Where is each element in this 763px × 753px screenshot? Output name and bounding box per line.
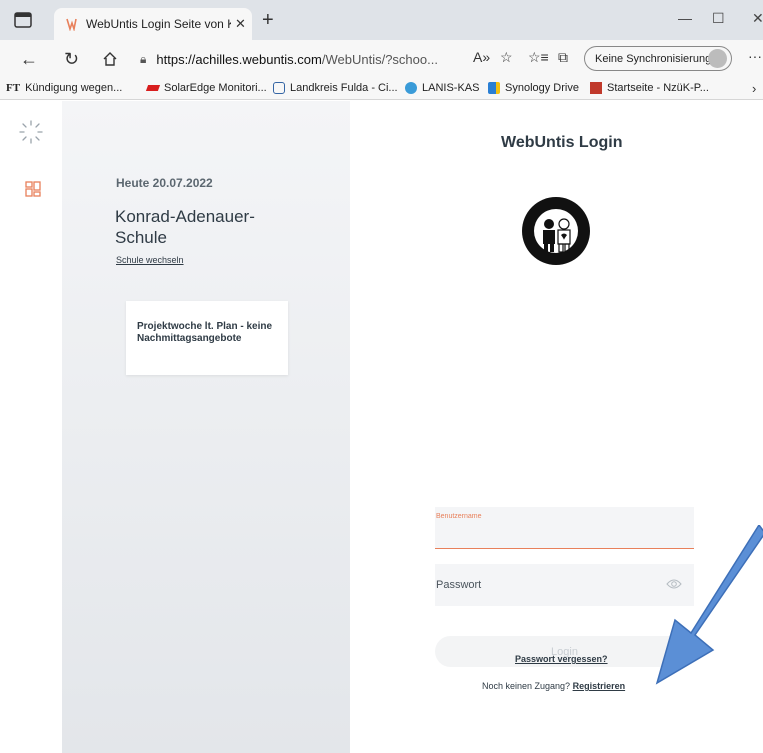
bookmark-solaredge[interactable]: SolarEdge Monitori... (145, 82, 267, 94)
browser-tab-bar: WebUntis Login Seite von Konra ✕ + — ☐ ✕ (0, 0, 763, 40)
bookmark-landkreis[interactable]: Landkreis Fulda - Ci... (273, 82, 398, 94)
sync-button[interactable]: Keine Synchronisierung (584, 46, 732, 71)
url-path: /WebUntis/?schoo... (321, 51, 438, 67)
home-icon[interactable] (102, 51, 118, 67)
register-prompt: Noch keinen Zugang? Registrieren (482, 681, 625, 691)
more-menu-icon[interactable]: ··· (748, 48, 762, 64)
bookmark-label: Kündigung wegen... (25, 82, 123, 94)
profile-avatar-icon (708, 49, 727, 68)
today-date: Heute 20.07.2022 (116, 176, 213, 190)
school-info-panel: Heute 20.07.2022 Konrad-Adenauer- Schule… (62, 101, 350, 753)
loading-spinner-icon (19, 120, 43, 144)
refresh-icon[interactable]: ↻ (64, 49, 79, 69)
bookmark-lanis[interactable]: LANIS-KAS (405, 82, 479, 94)
favorite-add-icon[interactable]: ☆ (500, 49, 513, 66)
sync-label: Keine Synchronisierung (595, 52, 712, 65)
bookmark-label: Startseite - NzüK-P... (607, 82, 709, 94)
news-text: Projektwoche lt. Plan - keine Nachmittag… (137, 321, 273, 344)
no-access-text: Noch keinen Zugang? (482, 681, 571, 691)
synology-icon (488, 82, 500, 94)
change-school-link[interactable]: Schule wechseln (116, 255, 184, 265)
close-window-icon[interactable]: ✕ (752, 10, 763, 27)
nzuek-icon (590, 82, 602, 94)
forgot-password-link[interactable]: Passwort vergessen? (515, 654, 608, 664)
dashboard-icon[interactable] (25, 181, 41, 197)
address-toolbar: ← ↻ 🔒︎ https://achilles.webuntis.com /We… (0, 40, 763, 78)
minimize-icon[interactable]: — (678, 10, 692, 26)
bookmark-label: LANIS-KAS (422, 82, 480, 94)
page-title: WebUntis Login (501, 134, 623, 151)
register-link[interactable]: Registrieren (573, 681, 626, 691)
webuntis-favicon-icon (66, 18, 77, 31)
tab-actions-icon[interactable] (14, 12, 32, 28)
annotation-arrow-icon (655, 525, 763, 685)
bookmarks-bar: FT Kündigung wegen... SolarEdge Monitori… (0, 78, 763, 100)
favorites-icon[interactable]: ☆≡ (528, 49, 549, 66)
solaredge-icon (145, 85, 161, 91)
school-name-line1: Konrad-Adenauer- (115, 207, 255, 226)
bookmark-label: Landkreis Fulda - Ci... (290, 82, 398, 94)
bookmark-kuendigung[interactable]: FT Kündigung wegen... (6, 82, 122, 94)
maximize-icon[interactable]: ☐ (712, 10, 725, 27)
tab-title: WebUntis Login Seite von Konra (86, 17, 231, 31)
lanis-icon (405, 82, 417, 94)
bookmark-label: SolarEdge Monitori... (164, 82, 267, 94)
bookmark-synology[interactable]: Synology Drive (488, 82, 579, 94)
bookmarks-overflow-icon[interactable]: › (752, 81, 756, 96)
read-aloud-icon[interactable]: A» (473, 49, 490, 65)
school-name: Konrad-Adenauer- Schule (115, 206, 295, 248)
app-rail (0, 101, 62, 753)
url-host: https://achilles.webuntis.com (156, 51, 322, 67)
back-icon[interactable]: ← (20, 49, 38, 69)
landkreis-icon (273, 82, 285, 94)
news-card: Projektwoche lt. Plan - keine Nachmittag… (126, 301, 288, 375)
ft-icon: FT (6, 82, 21, 94)
new-tab-button[interactable]: + (262, 10, 274, 30)
school-name-line2: Schule (115, 228, 167, 247)
lock-icon: 🔒︎ (140, 51, 147, 66)
bookmark-nzuek[interactable]: Startseite - NzüK-P... (590, 82, 709, 94)
browser-tab[interactable]: WebUntis Login Seite von Konra ✕ (54, 8, 252, 40)
school-logo (522, 197, 590, 265)
close-tab-icon[interactable]: ✕ (235, 16, 246, 32)
bookmark-label: Synology Drive (505, 82, 579, 94)
collections-icon[interactable]: ⧉ (558, 49, 568, 66)
